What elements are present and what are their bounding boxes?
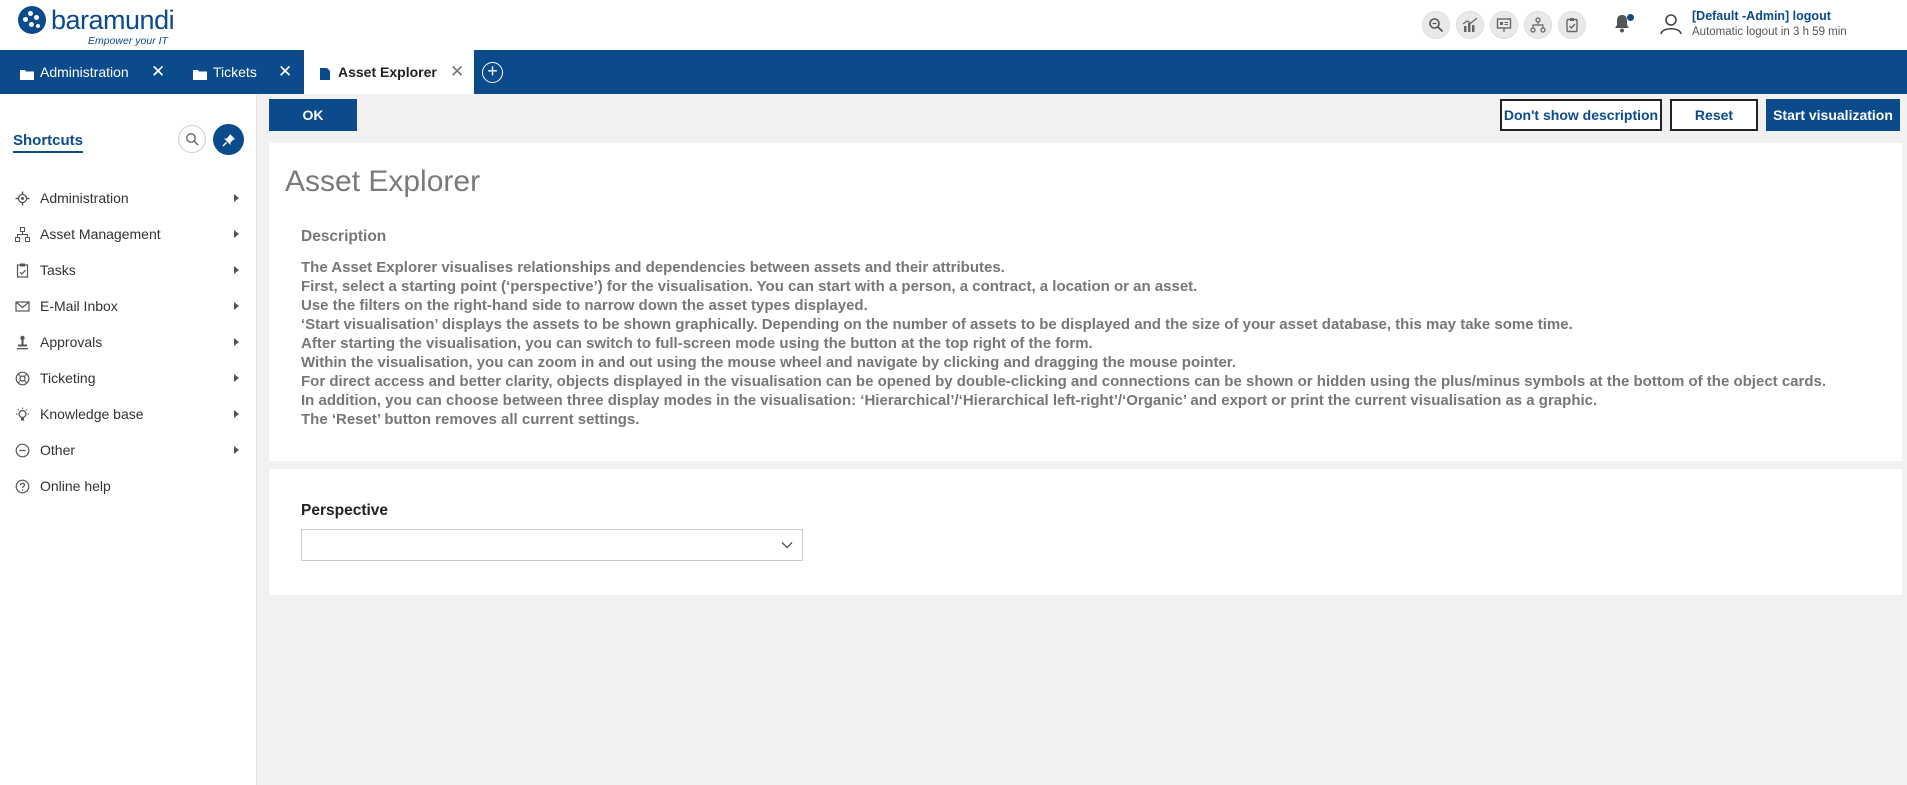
description-line: Use the filters on the right-hand side t… bbox=[301, 297, 868, 314]
gear-icon bbox=[15, 191, 30, 205]
description-heading: Description bbox=[301, 228, 387, 245]
description-line: For direct access and better clarity, ob… bbox=[301, 373, 1827, 390]
chevron-down-icon bbox=[781, 542, 793, 549]
clipboard-icon bbox=[16, 263, 29, 278]
description-line: First, select a starting point (‘perspec… bbox=[301, 278, 1198, 295]
lightbulb-icon bbox=[16, 407, 29, 420]
caret-right-icon bbox=[234, 446, 239, 454]
user-avatar-icon[interactable] bbox=[1658, 11, 1684, 37]
sidebar-item-label: Knowledge base bbox=[40, 406, 144, 422]
notifications-bell-icon[interactable] bbox=[1612, 12, 1634, 36]
caret-right-icon bbox=[234, 374, 239, 382]
sidebar-item-other[interactable]: Other bbox=[0, 432, 257, 468]
clipboard-check-icon[interactable] bbox=[1558, 11, 1586, 39]
ok-button[interactable]: OK bbox=[269, 99, 357, 131]
search-icon[interactable] bbox=[178, 125, 206, 153]
sidebar-item-email-inbox[interactable]: E-Mail Inbox bbox=[0, 288, 257, 324]
hierarchy-icon bbox=[15, 226, 30, 242]
close-tab-icon[interactable]: ✕ bbox=[151, 62, 165, 82]
sidebar-item-label: Ticketing bbox=[40, 370, 96, 386]
sidebar-item-administration[interactable]: Administration bbox=[0, 180, 257, 216]
sidebar-item-ticketing[interactable]: Ticketing bbox=[0, 360, 257, 396]
perspective-label: Perspective bbox=[301, 502, 389, 519]
shortcuts-title[interactable]: Shortcuts bbox=[13, 132, 84, 153]
caret-right-icon bbox=[234, 338, 239, 346]
logo-tagline: Empower your IT bbox=[88, 35, 168, 47]
close-tab-icon[interactable]: ✕ bbox=[278, 62, 292, 82]
more-icon bbox=[15, 443, 30, 457]
sidebar-item-label: Administration bbox=[40, 190, 129, 206]
tab-label: Administration bbox=[40, 64, 129, 80]
mail-icon bbox=[15, 300, 30, 312]
help-icon bbox=[15, 479, 30, 493]
description-line: ‘Start visualisation’ displays the asset… bbox=[301, 316, 1573, 333]
sidebar-item-asset-management[interactable]: Asset Management bbox=[0, 216, 257, 252]
hierarchy-icon[interactable] bbox=[1524, 11, 1552, 39]
logo-text: baramundi bbox=[51, 5, 175, 35]
start-visualization-button[interactable]: Start visualization bbox=[1766, 99, 1900, 131]
sidebar-item-label: Tasks bbox=[40, 262, 76, 278]
description-panel: Asset Explorer Description The Asset Exp… bbox=[269, 143, 1902, 461]
add-tab-icon[interactable]: + bbox=[482, 62, 503, 83]
chart-icon[interactable] bbox=[1456, 11, 1484, 39]
sidebar-item-label: Online help bbox=[40, 478, 111, 494]
hide-description-button[interactable]: Don't show description bbox=[1500, 99, 1662, 131]
caret-right-icon bbox=[234, 230, 239, 238]
tab-label: Tickets bbox=[213, 64, 257, 80]
close-tab-icon[interactable]: ✕ bbox=[450, 62, 464, 82]
tab-tickets[interactable]: Tickets ✕ bbox=[172, 50, 302, 94]
sidebar-item-label: Approvals bbox=[40, 334, 103, 350]
tab-bar: Administration ✕ Tickets ✕ Asset Explore… bbox=[0, 50, 1907, 94]
description-line: After starting the visualisation, you ca… bbox=[301, 335, 1093, 352]
logo-mark-icon bbox=[18, 6, 46, 34]
folder-icon bbox=[20, 67, 34, 80]
auto-logout-info: Automatic logout in 3 h 59 min bbox=[1692, 26, 1847, 38]
document-icon bbox=[320, 67, 331, 80]
tab-asset-explorer[interactable]: Asset Explorer ✕ bbox=[304, 50, 474, 94]
ticketing-icon bbox=[15, 371, 30, 385]
perspective-select[interactable] bbox=[301, 529, 803, 561]
caret-right-icon bbox=[234, 302, 239, 310]
baramundi-logo[interactable]: baramundi Empower your IT bbox=[18, 5, 178, 47]
caret-right-icon bbox=[234, 266, 239, 274]
caret-right-icon bbox=[234, 194, 239, 202]
notification-dot bbox=[1627, 14, 1634, 21]
description-line: Within the visualisation, you can zoom i… bbox=[301, 354, 1236, 371]
sidebar-item-label: E-Mail Inbox bbox=[40, 298, 118, 314]
reset-button[interactable]: Reset bbox=[1670, 99, 1758, 131]
pin-icon[interactable] bbox=[213, 124, 244, 155]
presentation-icon[interactable] bbox=[1490, 11, 1518, 39]
sidebar-item-knowledge-base[interactable]: Knowledge base bbox=[0, 396, 257, 432]
description-line: In addition, you can choose between thre… bbox=[301, 392, 1598, 409]
caret-right-icon bbox=[234, 410, 239, 418]
top-header: baramundi Empower your IT [Default -Admi… bbox=[0, 0, 1907, 50]
shortcuts-sidebar: Shortcuts Administration Asset Managemen… bbox=[0, 94, 257, 785]
description-text: The Asset Explorer visualises relationsh… bbox=[301, 258, 1826, 429]
folder-icon bbox=[193, 67, 207, 80]
sidebar-item-tasks[interactable]: Tasks bbox=[0, 252, 257, 288]
magnifier-icon[interactable] bbox=[1422, 11, 1450, 39]
sidebar-item-label: Asset Management bbox=[40, 226, 161, 242]
sidebar-item-approvals[interactable]: Approvals bbox=[0, 324, 257, 360]
description-line: The Asset Explorer visualises relationsh… bbox=[301, 259, 1005, 276]
perspective-panel: Perspective bbox=[269, 469, 1902, 595]
sidebar-item-label: Other bbox=[40, 442, 76, 458]
page-title: Asset Explorer bbox=[285, 165, 481, 198]
description-line: The ‘Reset’ button removes all current s… bbox=[301, 411, 640, 428]
sidebar-item-online-help[interactable]: Online help bbox=[0, 468, 257, 504]
tab-administration[interactable]: Administration ✕ bbox=[0, 50, 172, 94]
stamp-icon bbox=[17, 335, 28, 349]
user-name-logout-link[interactable]: [Default -Admin] logout bbox=[1692, 9, 1831, 23]
tab-label: Asset Explorer bbox=[338, 64, 437, 80]
